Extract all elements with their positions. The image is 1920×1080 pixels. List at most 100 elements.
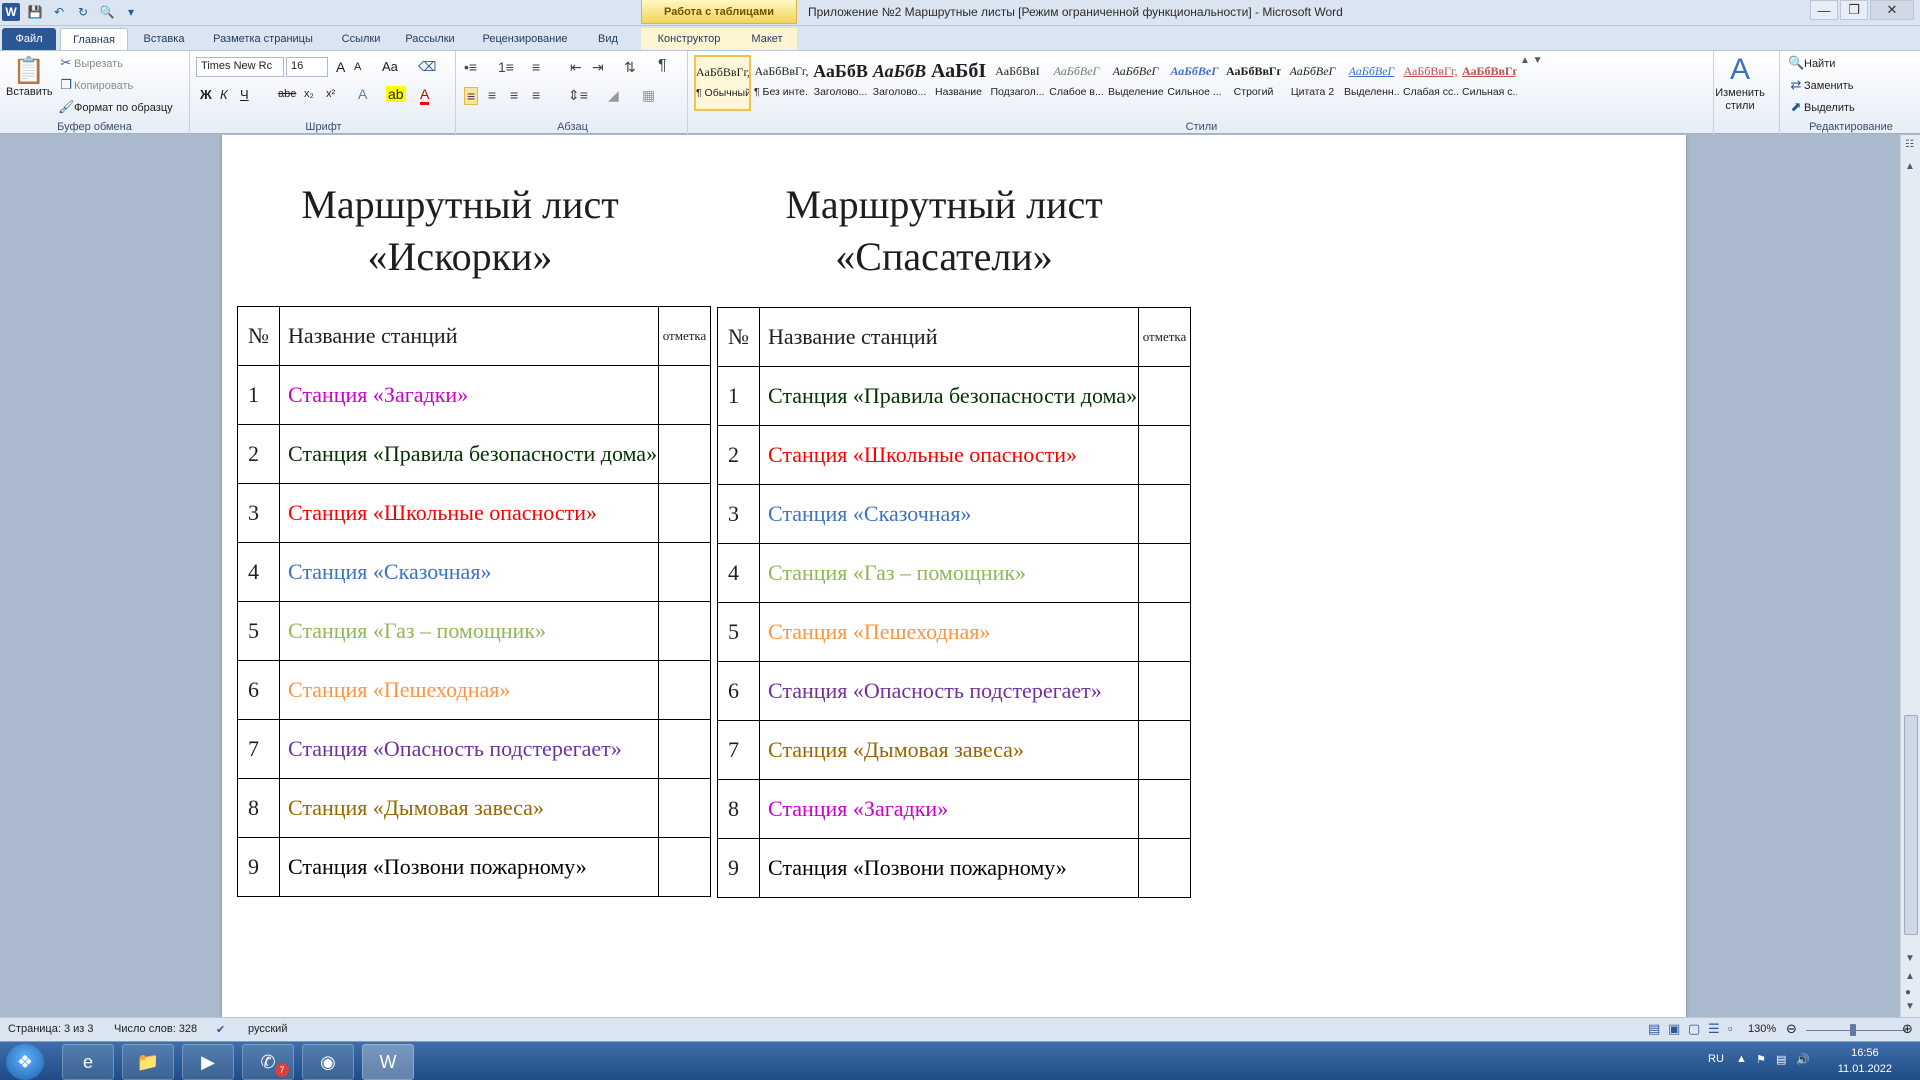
proofing-icon[interactable]: ✔	[216, 1023, 225, 1036]
subscript-button[interactable]: x₂	[304, 88, 314, 100]
row-number[interactable]: 2	[717, 425, 760, 485]
header-mark[interactable]: отметка	[1138, 307, 1191, 367]
document-page[interactable]: Маршрутный лист «Искорки» Маршрутный лис…	[222, 135, 1686, 1017]
prev-page-icon[interactable]: ▲	[1905, 971, 1915, 982]
increase-indent-icon[interactable]: ⇥	[592, 59, 604, 76]
close-icon[interactable]: ✕	[1870, 0, 1914, 20]
bold-button[interactable]: Ж	[200, 87, 212, 102]
justify-icon[interactable]: ≡	[532, 87, 540, 103]
viber-icon[interactable]: ✆ 7	[242, 1044, 294, 1080]
station-name[interactable]: Станция «Газ – помощник»	[758, 543, 1140, 603]
media-player-icon[interactable]: ▶	[182, 1044, 234, 1080]
style-item[interactable]: АаБбВвГг, ¶ Обычный	[694, 55, 751, 111]
format-painter-button[interactable]: 🖌Формат по образцу	[58, 99, 173, 115]
language-bar[interactable]: RU	[1708, 1053, 1724, 1065]
style-item[interactable]: АаБбВ Заголово...	[871, 55, 928, 111]
row-number[interactable]: 3	[717, 484, 760, 544]
row-number[interactable]: 6	[237, 660, 280, 720]
style-item[interactable]: АаБбВеГ Цитата 2	[1284, 55, 1341, 111]
route-table-spasateli[interactable]: № Название станций отметка 1 Станция «Правил…	[717, 307, 1191, 898]
style-item[interactable]: АаБбВ Заголово...	[812, 55, 869, 111]
zoom-in-icon[interactable]: ⊕	[1902, 1021, 1913, 1037]
highlight-icon[interactable]: ab	[386, 86, 406, 102]
station-name[interactable]: Станция «Загадки»	[758, 779, 1140, 839]
mark-cell[interactable]	[658, 660, 711, 720]
font-color-icon[interactable]: A	[420, 86, 430, 105]
line-spacing-icon[interactable]: ⇕≡	[568, 87, 588, 104]
style-item[interactable]: АаБбВвГг, ¶ Без инте...	[753, 55, 810, 111]
tab-page-layout[interactable]: Разметка страницы	[200, 28, 326, 50]
view-fullscreen-icon[interactable]: ▣	[1668, 1021, 1680, 1037]
sort-icon[interactable]: ⇅	[624, 59, 636, 76]
mark-cell[interactable]	[1138, 661, 1191, 721]
view-web-icon[interactable]: ▢	[1688, 1021, 1700, 1037]
find-button[interactable]: 🔍Найти	[1788, 55, 1835, 71]
numbering-icon[interactable]: 1≡	[498, 59, 514, 75]
view-print-layout-icon[interactable]: ▤	[1648, 1021, 1660, 1037]
mark-cell[interactable]	[1138, 720, 1191, 780]
align-left-icon[interactable]: ≡	[464, 87, 479, 105]
restore-icon[interactable]: ❐	[1840, 0, 1868, 20]
mark-cell[interactable]	[658, 365, 711, 425]
tab-mailings[interactable]: Рассылки	[396, 28, 464, 50]
chrome-icon[interactable]: ◉	[302, 1044, 354, 1080]
mark-cell[interactable]	[1138, 838, 1191, 898]
row-number[interactable]: 3	[237, 483, 280, 543]
file-explorer-icon[interactable]: 📁	[122, 1044, 174, 1080]
browse-object-icon[interactable]: ●	[1905, 987, 1911, 998]
cut-button[interactable]: ✂ Вырезать	[58, 55, 123, 71]
shading-icon[interactable]: ◢	[608, 87, 619, 104]
word-taskbar-icon[interactable]: W	[362, 1044, 414, 1080]
clear-format-icon[interactable]: ⌫	[418, 59, 436, 75]
station-name[interactable]: Станция «Школьные опасности»	[758, 425, 1140, 485]
row-number[interactable]: 2	[237, 424, 280, 484]
station-name[interactable]: Станция «Сказочная»	[758, 484, 1140, 544]
row-number[interactable]: 1	[237, 365, 280, 425]
station-name[interactable]: Станция «Опасность подстерегает»	[278, 719, 660, 779]
mark-cell[interactable]	[658, 778, 711, 838]
mark-cell[interactable]	[1138, 484, 1191, 544]
zoom-level[interactable]: 130%	[1748, 1023, 1776, 1035]
bullets-icon[interactable]: •≡	[464, 59, 477, 75]
header-num[interactable]: №	[717, 307, 760, 367]
header-name[interactable]: Название станций	[278, 306, 660, 366]
row-number[interactable]: 8	[237, 778, 280, 838]
mark-cell[interactable]	[1138, 779, 1191, 839]
vertical-scrollbar[interactable]: ☷ ▲ ▼ ▲ ● ▼	[1900, 135, 1920, 1017]
multilevel-list-icon[interactable]: ≡	[532, 59, 540, 75]
row-number[interactable]: 1	[717, 366, 760, 426]
ruler-toggle-icon[interactable]: ☷	[1905, 139, 1914, 150]
station-name[interactable]: Станция «Газ – помощник»	[278, 601, 660, 661]
font-family-select[interactable]: Times New Rc	[196, 57, 284, 77]
row-number[interactable]: 7	[237, 719, 280, 779]
change-case-button[interactable]: Aa	[382, 59, 398, 74]
save-icon[interactable]: 💾	[26, 3, 44, 21]
mark-cell[interactable]	[658, 601, 711, 661]
station-name[interactable]: Станция «Позвони пожарному»	[278, 837, 660, 897]
mark-cell[interactable]	[1138, 543, 1191, 603]
row-number[interactable]: 5	[717, 602, 760, 662]
strikethrough-button[interactable]: abe	[278, 88, 296, 100]
styles-more-icon[interactable]: ▲ ▼	[1520, 55, 1543, 66]
customize-qat-icon[interactable]: ▾	[122, 3, 140, 21]
mark-cell[interactable]	[658, 837, 711, 897]
undo-icon[interactable]: ↶	[50, 3, 68, 21]
text-effects-icon[interactable]: A	[358, 86, 367, 102]
header-name[interactable]: Название станций	[758, 307, 1140, 367]
borders-icon[interactable]: ▦	[642, 87, 655, 104]
style-item[interactable]: АаБбВеГ Выделение	[1107, 55, 1164, 111]
shrink-font-button[interactable]: A	[354, 61, 361, 73]
flag-icon[interactable]: ⚑	[1756, 1053, 1766, 1066]
station-name[interactable]: Станция «Правила безопасности дома»	[278, 424, 660, 484]
station-name[interactable]: Станция «Пешеходная»	[758, 602, 1140, 662]
tab-file[interactable]: Файл	[2, 28, 56, 50]
tab-layout[interactable]: Макет	[737, 28, 797, 50]
mark-cell[interactable]	[658, 719, 711, 779]
word-logo-icon[interactable]: W	[2, 3, 20, 21]
font-size-select[interactable]: 16	[286, 57, 328, 77]
style-item[interactable]: АаБбВеГ Слабое в...	[1048, 55, 1105, 111]
tab-insert[interactable]: Вставка	[135, 28, 193, 50]
scroll-up-icon[interactable]: ▲	[1905, 161, 1915, 172]
row-number[interactable]: 7	[717, 720, 760, 780]
align-right-icon[interactable]: ≡	[510, 87, 518, 103]
